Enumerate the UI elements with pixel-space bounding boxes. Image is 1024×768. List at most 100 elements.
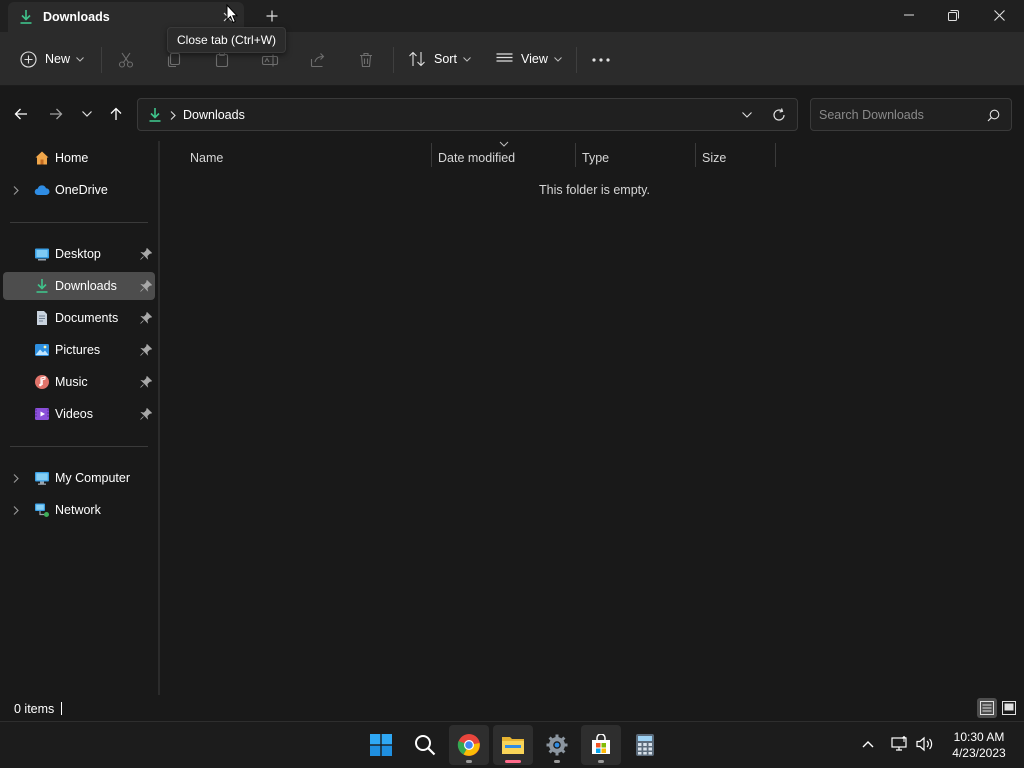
chevron-right-icon[interactable]	[11, 504, 21, 516]
copy-button[interactable]	[164, 50, 184, 70]
share-icon	[310, 53, 325, 68]
sidebar-item-home[interactable]: Home	[3, 144, 155, 172]
taskbar-calculator[interactable]	[625, 725, 665, 765]
taskbar-search-button[interactable]	[405, 725, 445, 765]
up-button[interactable]	[105, 104, 127, 124]
show-hidden-icons-button[interactable]	[858, 734, 878, 754]
more-icon	[592, 58, 610, 62]
toolbar-divider	[101, 47, 102, 73]
rename-button[interactable]	[260, 50, 280, 70]
active-indicator	[505, 760, 521, 763]
file-list-pane[interactable]: Name Date modified Type Size This folder…	[160, 141, 1024, 695]
pictures-icon	[35, 344, 49, 356]
chevron-down-icon	[742, 112, 752, 118]
back-button[interactable]	[10, 104, 32, 124]
minimize-button[interactable]	[886, 0, 932, 30]
settings-icon	[546, 734, 568, 756]
pin-icon	[140, 344, 152, 356]
sidebar-item-downloads[interactable]: Downloads	[3, 272, 155, 300]
more-options-button[interactable]	[590, 50, 612, 70]
sidebar-item-label: Music	[55, 375, 88, 389]
column-divider[interactable]	[575, 143, 576, 167]
sidebar-item-desktop[interactable]: Desktop	[3, 240, 155, 268]
close-tab-tooltip: Close tab (Ctrl+W)	[167, 27, 287, 53]
status-separator	[61, 702, 62, 715]
close-window-button[interactable]	[976, 0, 1022, 30]
sidebar-item-music[interactable]: Music	[3, 368, 155, 396]
details-view-icon	[980, 701, 994, 715]
column-divider[interactable]	[775, 143, 776, 167]
download-icon	[149, 108, 161, 122]
volume-button[interactable]	[915, 734, 935, 754]
search-input[interactable]	[819, 105, 979, 125]
desktop-icon	[35, 248, 49, 261]
sidebar-item-label: Downloads	[55, 279, 117, 293]
sidebar-item-label: OneDrive	[55, 183, 108, 197]
view-button[interactable]: View	[496, 32, 562, 86]
tiles-view-button[interactable]	[999, 698, 1019, 718]
sidebar-item-label: Documents	[55, 311, 119, 325]
taskbar-file-explorer[interactable]	[493, 725, 533, 765]
chevron-down-icon	[463, 56, 471, 62]
taskbar-chrome[interactable]	[449, 725, 489, 765]
taskbar: 10:30 AM 4/23/2023	[0, 721, 1024, 768]
command-bar: New Sort View	[0, 32, 1024, 86]
music-icon	[35, 375, 49, 389]
sidebar-item-documents[interactable]: Documents	[3, 304, 155, 332]
delete-button[interactable]	[356, 50, 376, 70]
chevron-down-icon	[554, 56, 562, 62]
sidebar-item-onedrive[interactable]: OneDrive	[3, 176, 155, 204]
sidebar-item-videos[interactable]: Videos	[3, 400, 155, 428]
scissors-icon	[118, 52, 134, 68]
documents-icon	[37, 311, 47, 325]
rename-icon	[261, 54, 279, 67]
share-button[interactable]	[308, 50, 328, 70]
download-icon	[20, 10, 32, 24]
sidebar-item-label: Network	[55, 503, 101, 517]
clock[interactable]: 10:30 AM 4/23/2023	[946, 729, 1012, 761]
sort-button[interactable]: Sort	[408, 32, 471, 86]
cut-button[interactable]	[116, 50, 136, 70]
view-list-icon	[496, 53, 513, 62]
details-view-button[interactable]	[977, 698, 997, 718]
new-button[interactable]: New	[20, 32, 84, 86]
running-indicator	[598, 760, 604, 763]
new-tab-button[interactable]	[262, 7, 282, 25]
chevron-right-icon[interactable]	[168, 108, 178, 122]
refresh-button[interactable]	[770, 106, 788, 124]
sidebar-item-label: My Computer	[55, 471, 131, 485]
sidebar-item-network[interactable]: Network	[3, 496, 155, 524]
search-box[interactable]	[810, 98, 1012, 131]
sidebar-item-label: Home	[55, 151, 89, 165]
column-divider[interactable]	[695, 143, 696, 167]
chevron-right-icon[interactable]	[11, 472, 21, 484]
arrow-right-icon	[50, 108, 63, 120]
chevron-right-icon[interactable]	[11, 184, 21, 196]
address-history-dropdown[interactable]	[738, 107, 756, 123]
taskbar-store[interactable]	[581, 725, 621, 765]
file-explorer-icon	[502, 737, 524, 754]
sidebar-divider	[10, 222, 148, 223]
column-header-size[interactable]: Size	[702, 146, 726, 170]
start-button[interactable]	[361, 725, 401, 765]
column-header-date-modified[interactable]: Date modified	[438, 146, 515, 170]
column-divider[interactable]	[431, 143, 432, 167]
plus-icon	[266, 10, 278, 22]
sidebar-item-my-computer[interactable]: My Computer	[3, 464, 155, 492]
tiles-view-icon	[1002, 701, 1016, 715]
taskbar-settings[interactable]	[537, 725, 577, 765]
search-icon[interactable]	[985, 107, 1001, 123]
network-status-button[interactable]	[890, 734, 910, 754]
forward-button[interactable]	[45, 104, 67, 124]
paste-button[interactable]	[212, 50, 232, 70]
address-bar[interactable]: Downloads	[137, 98, 798, 131]
chevron-up-icon	[862, 741, 874, 748]
restore-icon	[947, 9, 959, 21]
restore-button[interactable]	[930, 0, 976, 30]
column-header-type[interactable]: Type	[582, 146, 609, 170]
recent-locations-button[interactable]	[76, 104, 98, 124]
breadcrumb-downloads[interactable]: Downloads	[183, 108, 245, 122]
sort-label: Sort	[434, 52, 457, 66]
sidebar-item-pictures[interactable]: Pictures	[3, 336, 155, 364]
column-header-name[interactable]: Name	[190, 146, 223, 170]
